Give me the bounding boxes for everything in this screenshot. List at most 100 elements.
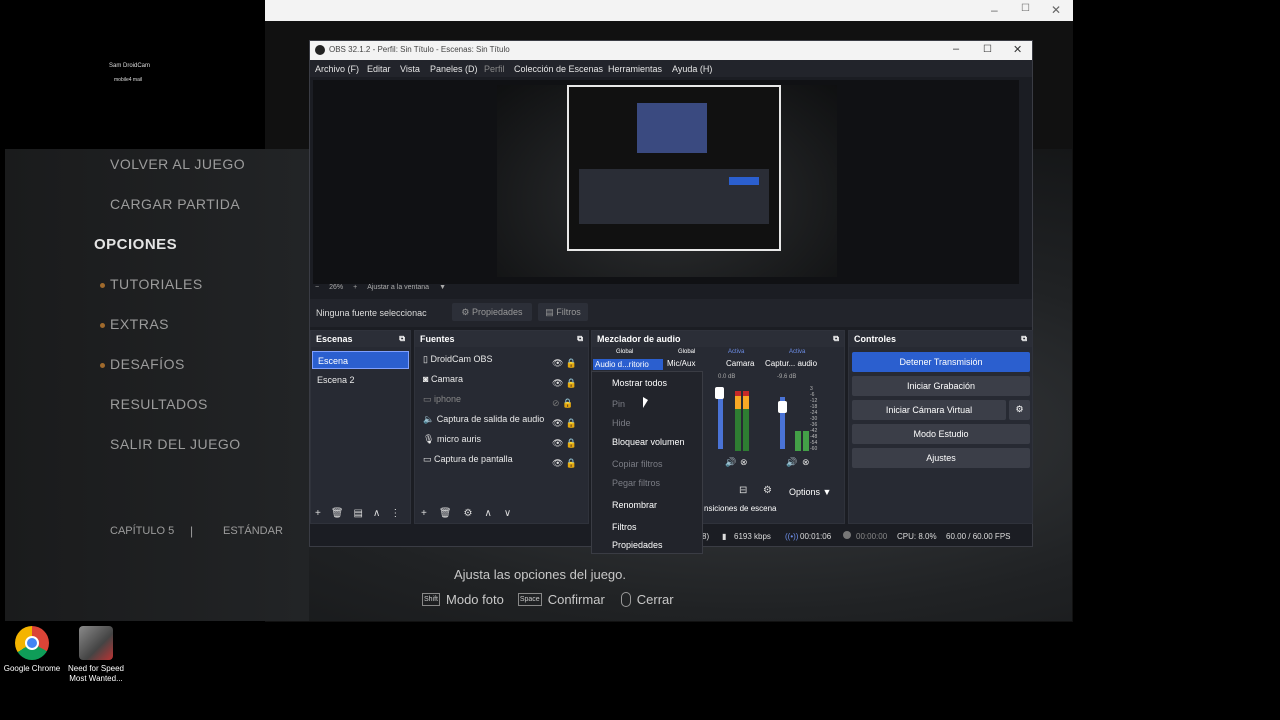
menu-volver[interactable]: VOLVER AL JUEGO [110,156,245,172]
menu-herramientas[interactable]: Herramientas [608,64,662,74]
options-label: Options [789,487,821,497]
sources-title: Fuentes ⧉ [415,331,588,347]
action-label[interactable]: Modo foto [446,592,504,607]
maximize-icon[interactable]: ☐ [1021,3,1030,14]
more-icon[interactable]: ⋮ [390,508,400,519]
speaker-icon[interactable]: 🔊 [725,457,736,468]
eye-icon[interactable]: 👁 🔒 [552,453,577,473]
properties-label: Propiedades [472,307,523,317]
transitions-tab[interactable]: nsiciones de escena [704,504,777,513]
add-icon[interactable]: + [315,508,321,519]
trash-icon[interactable]: 🗑 [439,508,452,519]
scene-item[interactable]: Escena [312,351,409,369]
close-icon[interactable]: ✕ [1051,3,1061,17]
menu-pin[interactable]: Pin [612,399,625,409]
menu-ayuda[interactable]: Ayuda (H) [672,64,712,74]
trash-icon[interactable]: 🗑 [331,508,344,519]
gear-icon[interactable]: ⚙ [763,485,772,496]
menu-show-all[interactable]: Mostrar todos [612,378,667,388]
menu-paneles[interactable]: Paneles (D) [430,64,478,74]
headphones-icon[interactable]: ⊗ [802,457,810,468]
menu-archivo[interactable]: Archivo (F) [315,64,359,74]
down-icon[interactable]: ∨ [504,508,511,519]
source-label: micro auris [436,434,481,444]
track-name[interactable]: Audio d...ritorio [593,359,663,370]
slider-handle[interactable] [715,387,724,399]
track-name[interactable]: Camara [726,359,754,368]
dock-icon[interactable]: ⧉ [1021,334,1027,344]
menu-desafios[interactable]: DESAFÍOS [100,356,185,372]
stop-stream-button[interactable]: Detener Transmisión [852,352,1030,372]
source-item[interactable]: ▯ DroidCam OBS [423,354,492,365]
options-button[interactable]: Options ▼ [789,487,831,497]
dock-icon[interactable]: ⧉ [577,334,583,344]
source-item[interactable]: ▭ Captura de pantalla [423,454,513,465]
menu-coleccion[interactable]: Colección de Escenas [514,64,603,74]
filters-button[interactable]: ▤ Filtros [538,303,588,321]
desktop-icon-chrome[interactable]: Google Chrome [0,626,64,674]
menu-hide[interactable]: Hide [612,418,631,428]
up-icon[interactable]: ∧ [373,508,380,519]
db-scale: 3 -6 -12 -18 -24 -30 -36 -42 -48 -54 -60 [810,386,817,452]
menu-paste-filters[interactable]: Pegar filtros [612,478,660,488]
menu-extras[interactable]: EXTRAS [100,316,169,332]
menu-filters[interactable]: Filtros [612,522,637,532]
gear-icon[interactable]: ⚙ [1009,400,1030,420]
action-label[interactable]: Confirmar [548,592,605,607]
obs-preview[interactable] [313,80,1019,284]
slider-handle[interactable] [778,401,787,413]
eye-icon[interactable]: 👁 🔒 [552,373,577,393]
layout-icon[interactable]: ⊟ [739,485,747,496]
filters-label: Filtros [556,307,581,317]
settings-button[interactable]: Ajustes [852,448,1030,468]
speaker-icon[interactable]: 🔊 [786,457,797,468]
menu-vista[interactable]: Vista [400,64,420,74]
zoom-out-icon[interactable]: − [315,284,319,291]
menu-salir[interactable]: SALIR DEL JUEGO [110,436,241,452]
track-name[interactable]: Mic/Aux [667,359,695,368]
track-name[interactable]: Captur... audio [765,359,817,368]
menu-copy-filters[interactable]: Copiar filtros [612,459,663,469]
dock-icon[interactable]: ⧉ [833,334,839,344]
virtual-camera-button[interactable]: Iniciar Cámara Virtual [852,400,1006,420]
chevron-down-icon[interactable]: ▼ [439,284,446,291]
dock-icon[interactable]: ⧉ [399,334,405,344]
menu-cargar[interactable]: CARGAR PARTIDA [110,196,240,212]
visibility-column: 👁 🔒 👁 🔒 ⊘ 🔒 👁 🔒 👁 🔒 👁 🔒 [552,353,577,473]
eye-icon[interactable]: 👁 🔒 [552,433,577,453]
menu-properties[interactable]: Propiedades [612,540,663,550]
source-item[interactable]: ▭ iphone [423,394,461,405]
eye-hidden-icon[interactable]: ⊘ 🔒 [552,393,577,413]
add-icon[interactable]: + [421,508,427,519]
action-label[interactable]: Cerrar [637,592,674,607]
close-icon[interactable]: ✕ [1013,43,1022,56]
minimize-icon[interactable]: – [991,3,998,17]
maximize-icon[interactable]: ☐ [983,44,992,55]
zoom-fit[interactable]: Ajustar a la ventana [367,284,429,291]
filter-icon[interactable]: ▤ [354,508,363,519]
desktop-icon-label: Google Chrome [3,664,61,673]
menu-perfil[interactable]: Perfil [484,64,505,74]
properties-button[interactable]: ⚙ Propiedades [452,303,532,321]
source-item[interactable]: ◙ Camara [423,374,463,384]
source-item[interactable]: 🔈 Captura de salida de audio [423,414,544,425]
zoom-in-icon[interactable]: + [353,284,357,291]
menu-resultados[interactable]: RESULTADOS [110,396,208,412]
eye-icon[interactable]: 👁 🔒 [552,413,577,433]
studio-mode-button[interactable]: Modo Estudio [852,424,1030,444]
headphones-icon[interactable]: ⊗ [740,457,748,468]
menu-lock-volume[interactable]: Bloquear volumen [612,437,685,447]
menu-rename[interactable]: Renombrar [612,500,657,510]
source-item[interactable]: 🎙 micro auris [423,434,481,445]
desktop-icon-nfs[interactable]: Need for Speed Most Wanted... [64,626,128,684]
menu-editar[interactable]: Editar [367,64,391,74]
scene-item[interactable]: Escena 2 [317,375,355,385]
up-icon[interactable]: ∧ [485,508,492,519]
menu-tutoriales[interactable]: TUTORIALES [100,276,203,292]
shift-key-icon: Shift [422,593,441,606]
start-recording-button[interactable]: Iniciar Grabación [852,376,1030,396]
gear-icon[interactable]: ⚙ [464,508,473,519]
menu-opciones[interactable]: OPCIONES [94,236,177,253]
minimize-icon[interactable]: – [953,43,959,55]
eye-icon[interactable]: 👁 🔒 [552,353,577,373]
